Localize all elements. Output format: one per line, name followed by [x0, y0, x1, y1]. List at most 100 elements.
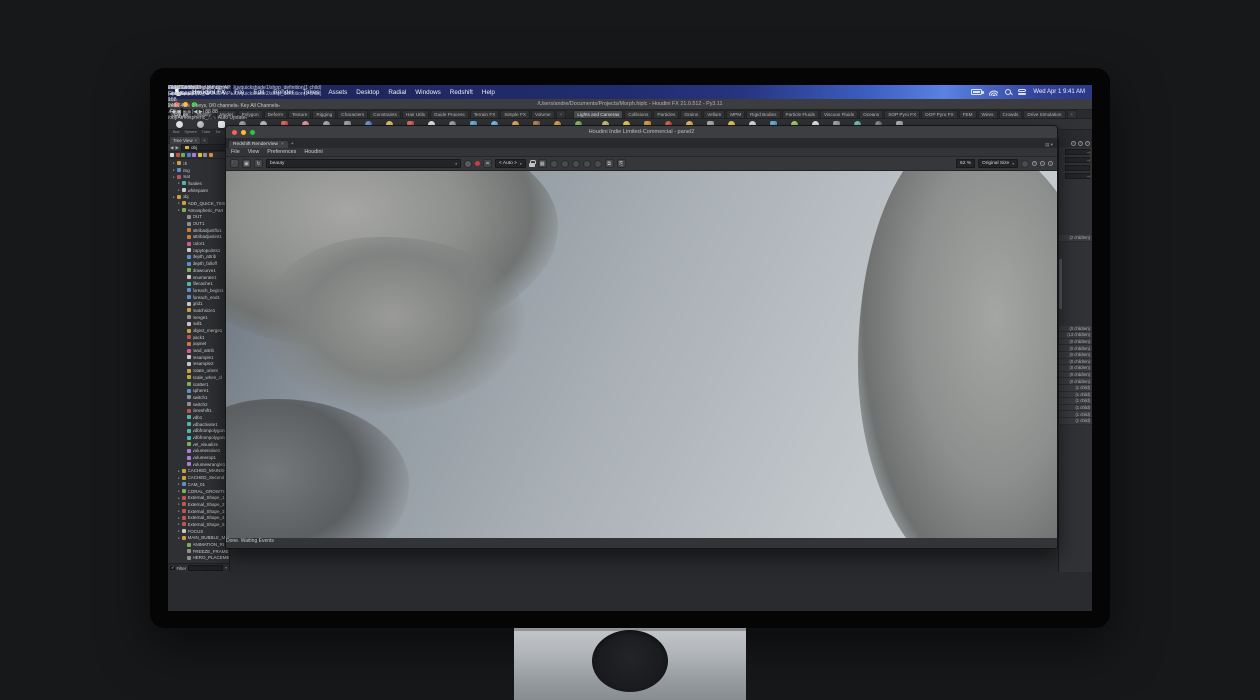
tree-item[interactable]: drawcurve1 [168, 267, 229, 274]
renderview-menu-preferences[interactable]: Preferences [267, 149, 296, 155]
tree-item[interactable]: vel_visualize [168, 441, 229, 448]
display-flag-icon[interactable] [203, 153, 207, 157]
tree-item[interactable]: ▸CACHED_Second [168, 474, 229, 481]
back-icon[interactable]: ◀ [170, 145, 174, 151]
tree-item[interactable]: vdbactivate1 [168, 421, 229, 428]
shelf-tab-lights-and-cameras[interactable]: Lights and Cameras [573, 110, 623, 118]
tree-item[interactable]: sphere1 [168, 387, 229, 394]
info-icon[interactable]: i [1078, 141, 1083, 146]
tree-item[interactable]: ▸mat [168, 173, 229, 180]
battery-icon[interactable] [971, 89, 982, 95]
lock-icon[interactable] [529, 160, 535, 167]
children-count-row[interactable]: (0 children) [1059, 339, 1092, 346]
renderview-menu-file[interactable]: File [231, 149, 240, 155]
tree-item[interactable]: HERO_PLACEME [168, 555, 229, 562]
children-count-row[interactable]: (0 children) [1059, 326, 1092, 333]
tree-item[interactable]: rand_attrib [168, 347, 229, 354]
shelf-tab-texture[interactable]: Texture [288, 110, 311, 118]
shelf-tab-crowds[interactable]: Crowds [999, 110, 1023, 118]
tree-item[interactable]: resample1 [168, 354, 229, 361]
display-flag-icon[interactable] [192, 153, 196, 157]
shelf-tab-particle-fluids[interactable]: Particle Fluids [782, 110, 819, 118]
children-count-row[interactable]: (1 child) [1059, 385, 1092, 392]
shelf-tab-vellum[interactable]: Vellum [703, 110, 725, 118]
menubar-item-assets[interactable]: Assets [328, 89, 347, 96]
current-node-path-field[interactable]: /obj/Atmospheric_... [168, 115, 212, 121]
tree-item[interactable]: OUT [168, 214, 229, 221]
children-count-row[interactable]: (1 child) [1059, 418, 1092, 425]
display-flag-icon[interactable] [181, 153, 185, 157]
forward-icon[interactable]: ▶ [176, 145, 180, 151]
tree-item[interactable]: switch1 [168, 394, 229, 401]
children-count-row[interactable]: (0 children) [1059, 345, 1092, 352]
children-count-row[interactable]: (0 children) [1059, 352, 1092, 359]
tab-tree-view[interactable]: Tree View× [170, 137, 200, 144]
material-preview-icon[interactable] [464, 160, 472, 168]
tree-item[interactable]: ▸CAM_01 [168, 481, 229, 488]
open-folder-icon[interactable]: 🗀 [230, 159, 239, 168]
shelf-tab-constraints[interactable]: Constraints [369, 110, 401, 118]
gear-icon[interactable] [1021, 160, 1029, 168]
display-flag-icon[interactable] [170, 153, 174, 157]
display-flag-icon[interactable] [209, 153, 213, 157]
fit-icon[interactable] [583, 160, 591, 168]
menubar-item-help[interactable]: Help [482, 89, 495, 96]
render-pass-dropdown[interactable]: beauty▾ [266, 159, 461, 168]
help-icon[interactable]: ? [1085, 141, 1090, 146]
parameter-field[interactable]: ⊣ [1065, 173, 1090, 179]
magnify-icon[interactable]: ⌕ [1040, 161, 1045, 166]
close-tab-icon[interactable]: × [195, 138, 198, 143]
shelf-tab-viscous-fluids[interactable]: Viscous Fluids [820, 110, 858, 118]
children-count-row[interactable]: (1 child) [1059, 392, 1092, 399]
children-count-row[interactable]: (0 children) [1059, 372, 1092, 379]
frame-field[interactable]: 102 [197, 91, 205, 97]
tree-item[interactable]: scatter1 [168, 381, 229, 388]
tree-item[interactable]: ▸img [168, 167, 229, 174]
grid-icon[interactable]: ▦ [538, 159, 547, 168]
shelf-tab-particles[interactable]: Particles [653, 110, 679, 118]
children-count-row[interactable]: (2 children) [1059, 235, 1092, 242]
tree-item[interactable]: matchsize1 [168, 307, 229, 314]
node-plug-icon[interactable]: ⊣ [1087, 158, 1090, 163]
search-icon[interactable] [1005, 89, 1011, 95]
key-all-channels-dropdown[interactable]: Key All Channels▾ [240, 103, 280, 109]
shelf-tab-terrain-fx[interactable]: Terrain FX [470, 110, 500, 118]
auto-update-dropdown[interactable]: Auto Update▾ [218, 115, 248, 121]
tree-item[interactable]: ▸ch [168, 160, 229, 167]
shelf-tab-collisions[interactable]: Collisions [624, 110, 652, 118]
info-icon[interactable]: i [1048, 161, 1053, 166]
render-image[interactable]: Frame 102: 2026-02-06 20:03:50 (1m:54s) [226, 171, 1057, 538]
parameter-field[interactable] [1065, 165, 1090, 171]
chevron-down-icon[interactable]: ▾ [225, 566, 227, 570]
shelf-tab-rigging[interactable]: Rigging [312, 110, 336, 118]
shelf-tool-icon[interactable] [197, 121, 204, 128]
refresh-icon[interactable]: ↻ [214, 116, 217, 120]
copy-icon[interactable]: ⎘ [617, 159, 626, 168]
tree-item[interactable]: ▸obj [168, 193, 229, 200]
tree-item[interactable]: ▸External_Shape_4 [168, 514, 229, 521]
tree-item[interactable]: merge1 [168, 314, 229, 321]
renderview-menu-view[interactable]: View [248, 149, 260, 155]
jump-end-button[interactable]: ▶▶| [188, 91, 197, 97]
shelf-tab-wires[interactable]: Wires [978, 110, 998, 118]
tree-item[interactable]: rotate_orient [168, 367, 229, 374]
tree-item[interactable]: color1 [168, 240, 229, 247]
close-tab-icon[interactable]: × [281, 142, 284, 147]
tree-item[interactable]: ▸External_Shape_1 [168, 494, 229, 501]
tree-item[interactable]: OUT1 [168, 220, 229, 227]
tree-filter-input[interactable] [188, 565, 223, 571]
display-flag-icon[interactable] [176, 153, 180, 157]
children-count-row[interactable]: (0 children) [1059, 365, 1092, 372]
shelf-tab-drive-simulation[interactable]: Drive Simulation [1023, 110, 1065, 118]
tree-item[interactable]: ▸CORAL_GROWTH [168, 488, 229, 495]
shelf-tab-+[interactable]: + [556, 110, 567, 118]
refresh-icon[interactable]: ↻ [254, 159, 263, 168]
menubar-item-redshift[interactable]: Redshift [450, 89, 473, 96]
tree-item[interactable]: volumerop1 [168, 454, 229, 461]
shelf-tab-volume[interactable]: Volume [531, 110, 555, 118]
tree-item[interactable]: ▸Atmospheric_Part [168, 207, 229, 214]
tree-item[interactable]: INPUT_BUBBLE [168, 561, 229, 563]
crop-icon[interactable]: ⌗ [483, 159, 492, 168]
menubar-item-windows[interactable]: Windows [415, 89, 441, 96]
shelf-tool-icon[interactable] [176, 121, 183, 128]
